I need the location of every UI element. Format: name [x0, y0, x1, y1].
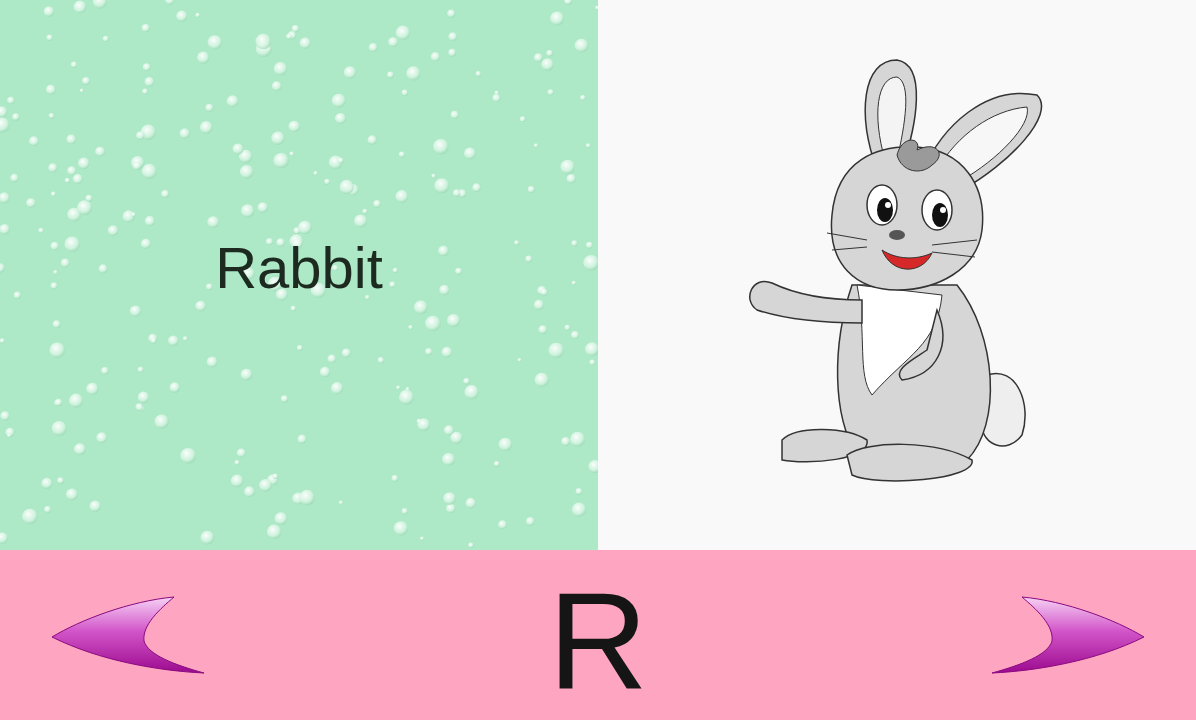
rabbit-icon: [737, 55, 1057, 495]
letter-label: R: [548, 561, 648, 709]
word-panel: Rabbit: [0, 0, 598, 550]
previous-arrow-icon[interactable]: [50, 595, 206, 675]
picture-panel: [598, 0, 1196, 550]
flashcard-screen: Rabbit R: [0, 0, 1196, 720]
next-arrow-icon[interactable]: [990, 595, 1146, 675]
word-label: Rabbit: [215, 232, 383, 305]
card-area: Rabbit: [0, 0, 1196, 550]
navigation-bar: R: [0, 550, 1196, 720]
